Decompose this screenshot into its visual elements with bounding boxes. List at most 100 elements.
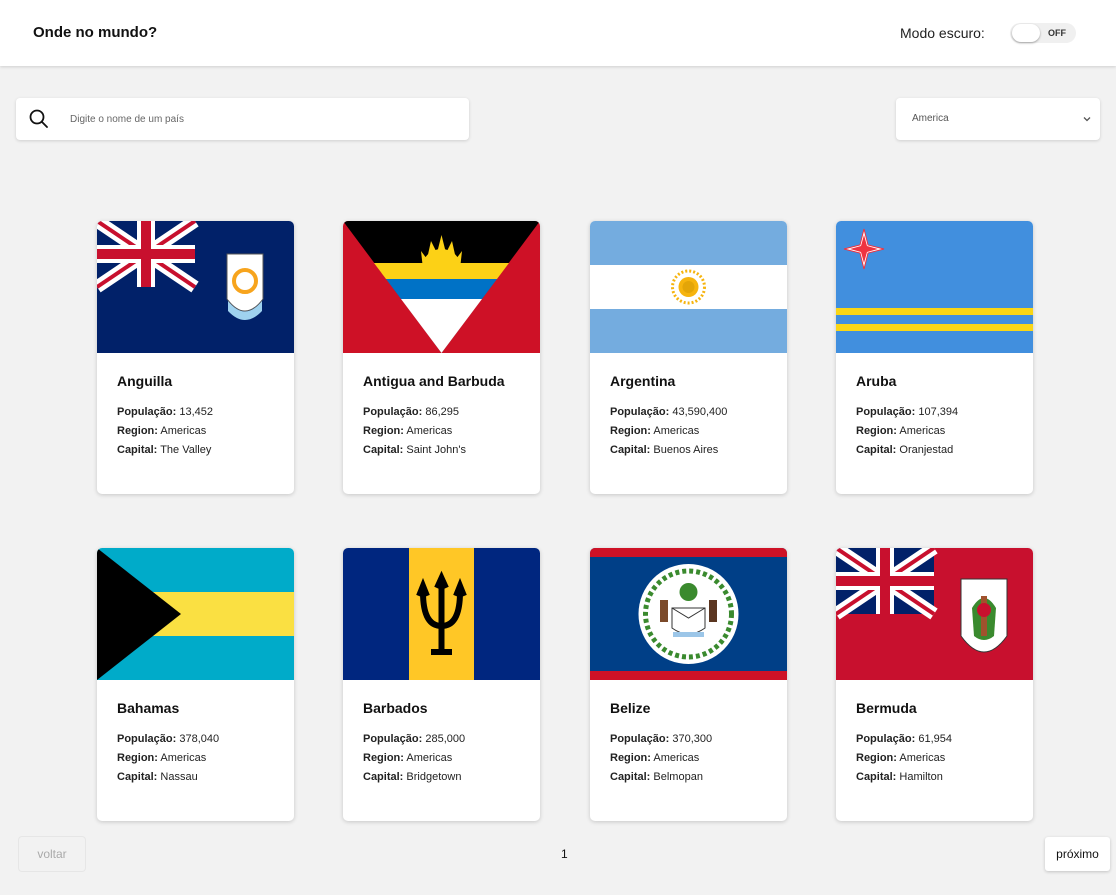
toggle-knob: [1012, 24, 1040, 42]
country-card[interactable]: Aruba População: 107,394 Region: America…: [836, 221, 1033, 494]
country-region: Region: Americas: [856, 425, 945, 437]
capital-label: Capital:: [363, 444, 404, 456]
flag-anguilla: [97, 221, 294, 353]
population-label: População:: [117, 406, 177, 418]
population-label: População:: [610, 733, 670, 745]
country-population: População: 370,300: [610, 733, 712, 745]
country-population: População: 86,295: [363, 406, 459, 418]
flag-bahamas: [97, 548, 294, 680]
capital-value: Oranjestad: [899, 444, 954, 456]
capital-value: Bridgetown: [406, 771, 462, 783]
country-region: Region: Americas: [856, 752, 945, 764]
capital-label: Capital:: [856, 444, 897, 456]
country-population: População: 43,590,400: [610, 406, 727, 418]
population-value: 107,394: [918, 406, 959, 418]
region-value: Americas: [160, 752, 207, 764]
country-name: Belize: [610, 700, 651, 716]
country-capital: Capital: Oranjestad: [856, 444, 953, 456]
population-label: População:: [363, 406, 423, 418]
capital-label: Capital:: [363, 771, 404, 783]
country-capital: Capital: Saint John's: [363, 444, 466, 456]
search-box[interactable]: [16, 98, 469, 140]
country-name: Barbados: [363, 700, 428, 716]
country-capital: Capital: Bridgetown: [363, 771, 461, 783]
population-label: População:: [610, 406, 670, 418]
search-input[interactable]: [70, 107, 450, 131]
population-label: População:: [856, 733, 916, 745]
region-label: Region:: [856, 752, 897, 764]
country-capital: Capital: Hamilton: [856, 771, 943, 783]
region-value: Americas: [899, 752, 946, 764]
country-card[interactable]: Antigua and Barbuda População: 86,295 Re…: [343, 221, 540, 494]
country-population: População: 107,394: [856, 406, 958, 418]
country-region: Region: Americas: [117, 425, 206, 437]
flag-belize: [590, 548, 787, 680]
population-value: 86,295: [425, 406, 460, 418]
population-value: 43,590,400: [672, 406, 728, 418]
country-card[interactable]: Argentina População: 43,590,400 Region: …: [590, 221, 787, 494]
next-button[interactable]: próximo: [1045, 837, 1110, 871]
population-label: População:: [117, 733, 177, 745]
toggle-state-label: OFF: [1048, 28, 1066, 38]
country-name: Bermuda: [856, 700, 917, 716]
country-card[interactable]: Belize População: 370,300 Region: Americ…: [590, 548, 787, 821]
country-population: População: 13,452: [117, 406, 213, 418]
dark-mode-label: Modo escuro:: [900, 25, 985, 41]
country-name: Aruba: [856, 373, 897, 389]
region-value: Americas: [406, 752, 453, 764]
region-label: Region:: [856, 425, 897, 437]
region-select-value: America: [912, 113, 949, 124]
region-select[interactable]: America: [896, 98, 1100, 140]
chevron-down-icon: [1083, 117, 1091, 122]
flag-barbados: [343, 548, 540, 680]
capital-value: Belmopan: [653, 771, 703, 783]
country-capital: Capital: Buenos Aires: [610, 444, 718, 456]
country-name: Antigua and Barbuda: [363, 373, 505, 389]
population-value: 378,040: [179, 733, 220, 745]
dark-mode-toggle[interactable]: OFF: [1010, 23, 1076, 43]
country-capital: Capital: Belmopan: [610, 771, 703, 783]
country-region: Region: Americas: [610, 425, 699, 437]
page-number: 1: [561, 847, 568, 861]
population-label: População:: [856, 406, 916, 418]
flag-aruba: [836, 221, 1033, 353]
app-title: Onde no mundo?: [33, 24, 158, 41]
capital-value: Nassau: [160, 771, 198, 783]
capital-label: Capital:: [117, 444, 158, 456]
country-card[interactable]: Anguilla População: 13,452 Region: Ameri…: [97, 221, 294, 494]
population-value: 13,452: [179, 406, 214, 418]
region-label: Region:: [117, 752, 158, 764]
region-label: Region:: [610, 752, 651, 764]
capital-label: Capital:: [856, 771, 897, 783]
region-label: Region:: [610, 425, 651, 437]
country-capital: Capital: The Valley: [117, 444, 211, 456]
population-value: 285,000: [425, 733, 466, 745]
flag-argentina: [590, 221, 787, 353]
country-name: Argentina: [610, 373, 676, 389]
flag-bermuda: [836, 548, 1033, 680]
capital-label: Capital:: [610, 444, 651, 456]
region-label: Region:: [363, 752, 404, 764]
back-button[interactable]: voltar: [19, 837, 85, 871]
country-card[interactable]: Barbados População: 285,000 Region: Amer…: [343, 548, 540, 821]
country-capital: Capital: Nassau: [117, 771, 198, 783]
region-label: Region:: [117, 425, 158, 437]
region-value: Americas: [653, 425, 700, 437]
country-card[interactable]: Bermuda População: 61,954 Region: Americ…: [836, 548, 1033, 821]
country-population: População: 285,000: [363, 733, 465, 745]
region-value: Americas: [899, 425, 946, 437]
capital-value: Saint John's: [406, 444, 466, 456]
population-value: 61,954: [918, 733, 953, 745]
region-value: Americas: [160, 425, 207, 437]
population-value: 370,300: [672, 733, 713, 745]
flag-antigua-and-barbuda: [343, 221, 540, 353]
capital-label: Capital:: [117, 771, 158, 783]
region-value: Americas: [653, 752, 700, 764]
region-value: Americas: [406, 425, 453, 437]
country-card[interactable]: Bahamas População: 378,040 Region: Ameri…: [97, 548, 294, 821]
population-label: População:: [363, 733, 423, 745]
search-icon: [29, 109, 48, 128]
capital-label: Capital:: [610, 771, 651, 783]
country-region: Region: Americas: [610, 752, 699, 764]
capital-value: Buenos Aires: [653, 444, 719, 456]
